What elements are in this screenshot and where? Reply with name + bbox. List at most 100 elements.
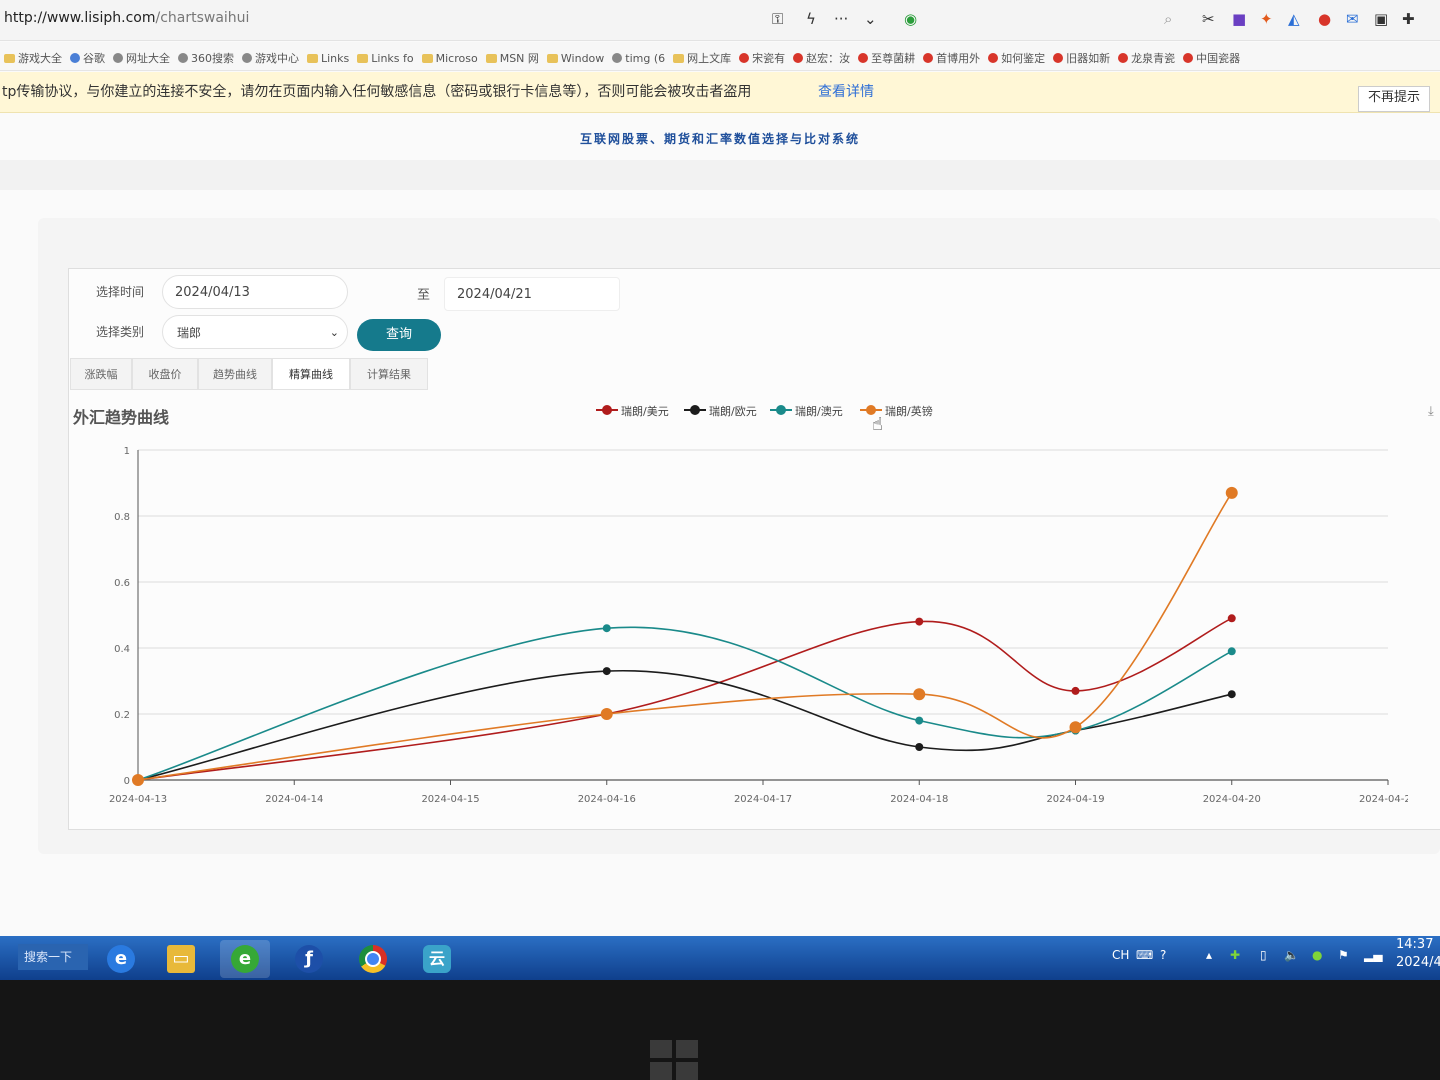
chevron-down-icon[interactable]: ⌄ bbox=[864, 10, 877, 28]
url-path: /chartswaihui bbox=[155, 10, 250, 26]
end-date-input[interactable]: 2024/04/21 bbox=[444, 277, 620, 311]
puzzle-icon[interactable]: ✚ bbox=[1402, 10, 1415, 28]
battery-icon[interactable]: ▯ bbox=[1260, 948, 1267, 962]
data-point bbox=[915, 617, 924, 626]
more-icon[interactable]: ··· bbox=[834, 10, 848, 28]
taskbar-search[interactable]: 搜索一下 bbox=[18, 944, 88, 970]
tab-change-rate[interactable]: 涨跌幅 bbox=[70, 358, 132, 390]
legend-item[interactable]: 瑞朗/美元 bbox=[596, 403, 669, 419]
bookmark-item[interactable]: 首博用外 bbox=[923, 50, 980, 66]
chrome-icon bbox=[359, 945, 387, 973]
flash-app[interactable]: ƒ bbox=[284, 940, 334, 978]
bookmark-item[interactable]: Microso bbox=[421, 52, 478, 65]
data-point bbox=[602, 624, 611, 633]
data-point bbox=[1071, 686, 1080, 695]
start-date-input[interactable]: 2024/04/13 bbox=[162, 275, 348, 309]
bookmark-item[interactable]: 至尊菌耕 bbox=[858, 50, 915, 66]
hand-cursor-icon: ☝ bbox=[872, 414, 883, 435]
bookmark-item[interactable]: 网上文库 bbox=[673, 50, 731, 66]
monitor-bezel bbox=[0, 980, 1440, 1080]
address-bar[interactable]: http://www.lisiph.com/chartswaihui ⚿ ϟ ·… bbox=[0, 0, 1440, 41]
volume-icon[interactable]: 🔈 bbox=[1284, 948, 1299, 962]
tab-results[interactable]: 计算结果 bbox=[350, 358, 428, 390]
bookmark-label: Microso bbox=[435, 52, 478, 65]
browser-app[interactable]: e bbox=[220, 940, 270, 978]
clock[interactable]: 14:37 2024/4 bbox=[1396, 936, 1440, 972]
bookmark-item[interactable]: 如何鉴定 bbox=[988, 50, 1045, 66]
bookmark-item[interactable]: 游戏大全 bbox=[4, 50, 62, 66]
folder-icon bbox=[421, 54, 433, 63]
show-hidden-icons[interactable]: ▴ bbox=[1206, 948, 1212, 962]
extension-purple-icon[interactable]: ■ bbox=[1232, 10, 1246, 28]
ie-app[interactable]: e bbox=[96, 940, 146, 978]
legend-swatch bbox=[596, 404, 618, 416]
query-button[interactable]: 查询 bbox=[357, 319, 441, 351]
flash-icon: ƒ bbox=[295, 945, 323, 973]
scissors-icon[interactable]: ✂ bbox=[1202, 10, 1215, 28]
language-indicator[interactable]: CH bbox=[1112, 948, 1129, 962]
bookmark-item[interactable]: 网址大全 bbox=[113, 50, 170, 66]
network-app-icon[interactable]: ● bbox=[1312, 948, 1322, 962]
folder-icon bbox=[4, 54, 15, 63]
weibo-icon[interactable]: ● bbox=[1318, 10, 1331, 28]
bookmark-label: 网址大全 bbox=[126, 52, 170, 65]
bookmark-label: 旧器如新 bbox=[1066, 52, 1111, 65]
warning-details-link[interactable]: 查看详情 bbox=[818, 81, 874, 101]
weibo-icon bbox=[1183, 53, 1194, 63]
trend-chart: 0 0.2 0.4 0.6 0.8 1 2024-04-13 2024-04-14 2024-0… bbox=[109, 446, 1408, 805]
y-tick-label: 1 bbox=[124, 446, 130, 457]
bookmark-item[interactable]: Links fo bbox=[357, 52, 414, 65]
bookmark-label: 网上文库 bbox=[687, 52, 732, 65]
bookmark-label: timg (6 bbox=[625, 52, 666, 65]
dismiss-warning-button[interactable]: 不再提示 bbox=[1358, 86, 1430, 112]
bookmark-label: Links bbox=[321, 52, 350, 65]
extension-game-icon[interactable]: ✦ bbox=[1260, 10, 1273, 28]
bookmark-item[interactable]: 龙泉青瓷 bbox=[1118, 50, 1175, 66]
bookmark-item[interactable]: 宋瓷有 bbox=[739, 50, 785, 66]
lightning-icon[interactable]: ϟ bbox=[806, 10, 816, 28]
data-point bbox=[1069, 721, 1082, 734]
legend-item[interactable]: 瑞朗/英镑 bbox=[860, 403, 933, 419]
y-tick-label: 0.8 bbox=[114, 512, 130, 523]
extension-blue-icon[interactable]: ◭ bbox=[1288, 10, 1300, 28]
url-text[interactable]: http://www.lisiph.com/chartswaihui bbox=[4, 10, 249, 26]
keyboard-icon[interactable]: ⌨ bbox=[1136, 948, 1153, 962]
bookmark-item[interactable]: 中国瓷器 bbox=[1183, 50, 1240, 66]
key-icon[interactable]: ⚿ bbox=[772, 10, 783, 28]
legend-item[interactable]: 瑞朗/澳元 bbox=[770, 403, 843, 419]
mail-icon[interactable]: ✉ bbox=[1346, 10, 1359, 28]
bookmark-item[interactable]: MSN 网 bbox=[485, 50, 539, 66]
tab-close-price[interactable]: 收盘价 bbox=[132, 358, 198, 390]
window-icon[interactable]: ▣ bbox=[1374, 10, 1388, 28]
search-icon[interactable]: ⌕ bbox=[1164, 10, 1172, 28]
cloud-icon: 云 bbox=[423, 945, 451, 973]
green-plus-icon[interactable]: ✚ bbox=[1230, 948, 1240, 962]
x-tick-label: 2024-04-21 bbox=[1359, 794, 1408, 805]
help-icon[interactable]: ? bbox=[1160, 948, 1166, 962]
y-tick-label: 0.2 bbox=[114, 710, 130, 721]
tab-trend-curve[interactable]: 趋势曲线 bbox=[198, 358, 272, 390]
x-tick-label: 2024-04-17 bbox=[734, 794, 792, 805]
bookmark-label: Links fo bbox=[371, 52, 414, 65]
bookmark-item[interactable]: 谷歌 bbox=[70, 50, 105, 66]
legend-item[interactable]: 瑞朗/欧元 bbox=[684, 403, 757, 419]
action-center-flag-icon[interactable]: ⚑ bbox=[1338, 948, 1349, 962]
bookmark-item[interactable]: Window bbox=[546, 52, 604, 65]
search-engine-icon[interactable]: ◉ bbox=[904, 10, 917, 28]
bookmark-label: 至尊菌耕 bbox=[871, 52, 916, 65]
bookmark-item[interactable]: 旧器如新 bbox=[1053, 50, 1110, 66]
bookmark-item[interactable]: 游戏中心 bbox=[242, 50, 299, 66]
explorer-app[interactable]: ▭ bbox=[156, 940, 206, 978]
bookmark-item[interactable]: 360搜索 bbox=[178, 50, 234, 66]
bookmark-item[interactable]: 赵宏：汝 bbox=[793, 50, 850, 66]
signal-icon[interactable]: ▂▄ bbox=[1364, 948, 1382, 962]
category-select[interactable]: 瑞郎 ⌄ bbox=[162, 315, 348, 349]
bookmark-item[interactable]: Links bbox=[307, 52, 349, 65]
download-icon[interactable]: ⤓ bbox=[1428, 404, 1434, 419]
windows-logo-icon bbox=[650, 1040, 700, 1080]
bookmark-item[interactable]: timg (6 bbox=[612, 52, 665, 65]
cloud-app[interactable]: 云 bbox=[412, 940, 462, 978]
tab-actuarial-curve[interactable]: 精算曲线 bbox=[272, 358, 350, 390]
chrome-app[interactable] bbox=[348, 940, 398, 978]
data-point bbox=[915, 743, 924, 751]
